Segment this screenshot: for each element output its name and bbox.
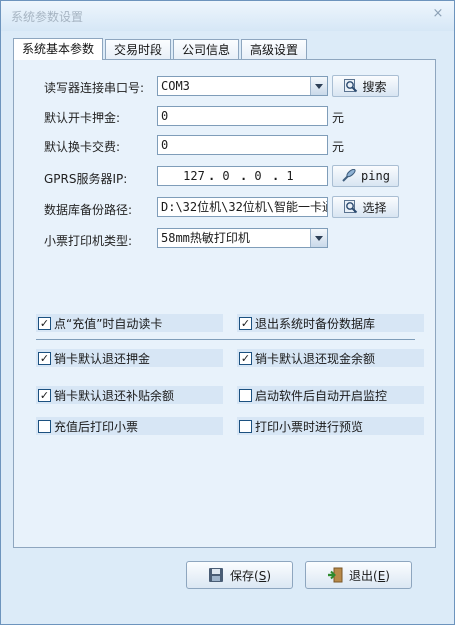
serial-port-value: COM3 [161, 79, 190, 93]
ip-octet-2[interactable]: 0 [214, 169, 238, 183]
deposit-input[interactable]: 0 [157, 106, 328, 126]
auto-read-card-checkbox[interactable]: ✓ 点“充值”时自动读卡 [36, 314, 223, 332]
checkbox-label: 打印小票时进行预览 [255, 419, 364, 434]
tab-trading-hours[interactable]: 交易时段 [105, 39, 172, 60]
tab-bar: 系统基本参数 交易时段 公司信息 高级设置 [13, 38, 309, 60]
exit-door-icon [328, 567, 343, 583]
ping-button-label: ping [361, 169, 390, 183]
checkbox-label: 销卡默认退还押金 [54, 351, 151, 366]
serial-port-select[interactable]: COM3 [157, 76, 328, 96]
save-button-label: 保存(S) [229, 568, 271, 583]
backup-path-label: 数据库备份路径: [44, 203, 133, 217]
chevron-down-icon[interactable] [310, 229, 327, 247]
checkbox-checked-icon[interactable]: ✓ [239, 316, 252, 330]
close-icon[interactable]: × [431, 7, 445, 21]
window-title: 系统参数设置 [11, 10, 84, 24]
floppy-disk-icon [208, 568, 223, 582]
refund-cash-balance-checkbox[interactable]: ✓ 销卡默认退还现金余额 [237, 349, 424, 367]
replace-fee-label: 默认换卡交费: [44, 140, 121, 154]
checkbox-checked-icon[interactable]: ✓ [38, 388, 51, 402]
checkbox-checked-icon[interactable]: ✓ [38, 316, 51, 330]
auto-monitor-checkbox[interactable]: 启动软件后自动开启监控 [237, 386, 424, 404]
tab-company-info[interactable]: 公司信息 [173, 39, 240, 60]
printer-type-value: 58mm热敏打印机 [161, 231, 250, 245]
backup-path-input[interactable]: D:\32位机\32位机\智能一卡通\ [157, 197, 328, 217]
checkbox-checked-icon[interactable]: ✓ [38, 351, 51, 365]
divider [36, 339, 415, 340]
printer-type-select[interactable]: 58mm热敏打印机 [157, 228, 328, 248]
checkbox-label: 启动软件后自动开启监控 [255, 388, 388, 403]
gprs-ip-input[interactable]: 127 . 0 . 0 . 1 [157, 166, 328, 186]
select-path-button[interactable]: 选择 [332, 196, 399, 218]
search-button-label: 搜索 [362, 79, 387, 94]
save-button[interactable]: 保存(S) [186, 561, 293, 589]
print-after-recharge-checkbox[interactable]: 充值后打印小票 [36, 417, 223, 435]
satellite-icon [342, 169, 356, 182]
exit-button-label: 退出(E) [349, 568, 390, 583]
magnifier-icon [344, 79, 358, 93]
tab-basic-params[interactable]: 系统基本参数 [13, 38, 104, 60]
replace-fee-input[interactable]: 0 [157, 135, 328, 155]
replace-fee-unit: 元 [332, 140, 345, 154]
checkbox-unchecked-icon[interactable] [239, 419, 252, 433]
tab-advanced[interactable]: 高级设置 [241, 39, 308, 60]
tab-panel: 读写器连接串口号: COM3 搜索 默认开卡押金: 0 元 默认换卡交费: 0 … [13, 59, 436, 548]
ip-octet-4[interactable]: 1 [278, 169, 302, 183]
checkbox-unchecked-icon[interactable] [38, 419, 51, 433]
chevron-down-icon[interactable] [310, 77, 327, 95]
exit-button[interactable]: 退出(E) [305, 561, 412, 589]
print-preview-checkbox[interactable]: 打印小票时进行预览 [237, 417, 424, 435]
checkbox-label: 销卡默认退还补贴余额 [54, 388, 175, 403]
backup-on-exit-checkbox[interactable]: ✓ 退出系统时备份数据库 [237, 314, 424, 332]
ip-octet-3[interactable]: 0 [246, 169, 270, 183]
checkbox-checked-icon[interactable]: ✓ [239, 351, 252, 365]
magnifier-icon [344, 200, 358, 214]
serial-port-label: 读写器连接串口号: [44, 81, 145, 95]
settings-dialog: 系统参数设置 × 系统基本参数 交易时段 公司信息 高级设置 读写器连接串口号:… [0, 0, 455, 625]
title-bar: 系统参数设置 × [1, 1, 454, 31]
checkbox-label: 退出系统时备份数据库 [255, 316, 376, 331]
ping-button[interactable]: ping [332, 165, 399, 187]
refund-deposit-checkbox[interactable]: ✓ 销卡默认退还押金 [36, 349, 223, 367]
checkbox-label: 销卡默认退还现金余额 [255, 351, 376, 366]
deposit-unit: 元 [332, 111, 345, 125]
ip-octet-1[interactable]: 127 [182, 169, 206, 183]
printer-type-label: 小票打印机类型: [44, 234, 133, 248]
checkbox-label: 点“充值”时自动读卡 [54, 316, 163, 331]
search-button[interactable]: 搜索 [332, 75, 399, 97]
checkbox-label: 充值后打印小票 [54, 419, 139, 434]
gprs-ip-label: GPRS服务器IP: [44, 172, 128, 186]
select-path-button-label: 选择 [362, 200, 387, 215]
refund-subsidy-checkbox[interactable]: ✓ 销卡默认退还补贴余额 [36, 386, 223, 404]
checkbox-unchecked-icon[interactable] [239, 388, 252, 402]
deposit-label: 默认开卡押金: [44, 111, 121, 125]
